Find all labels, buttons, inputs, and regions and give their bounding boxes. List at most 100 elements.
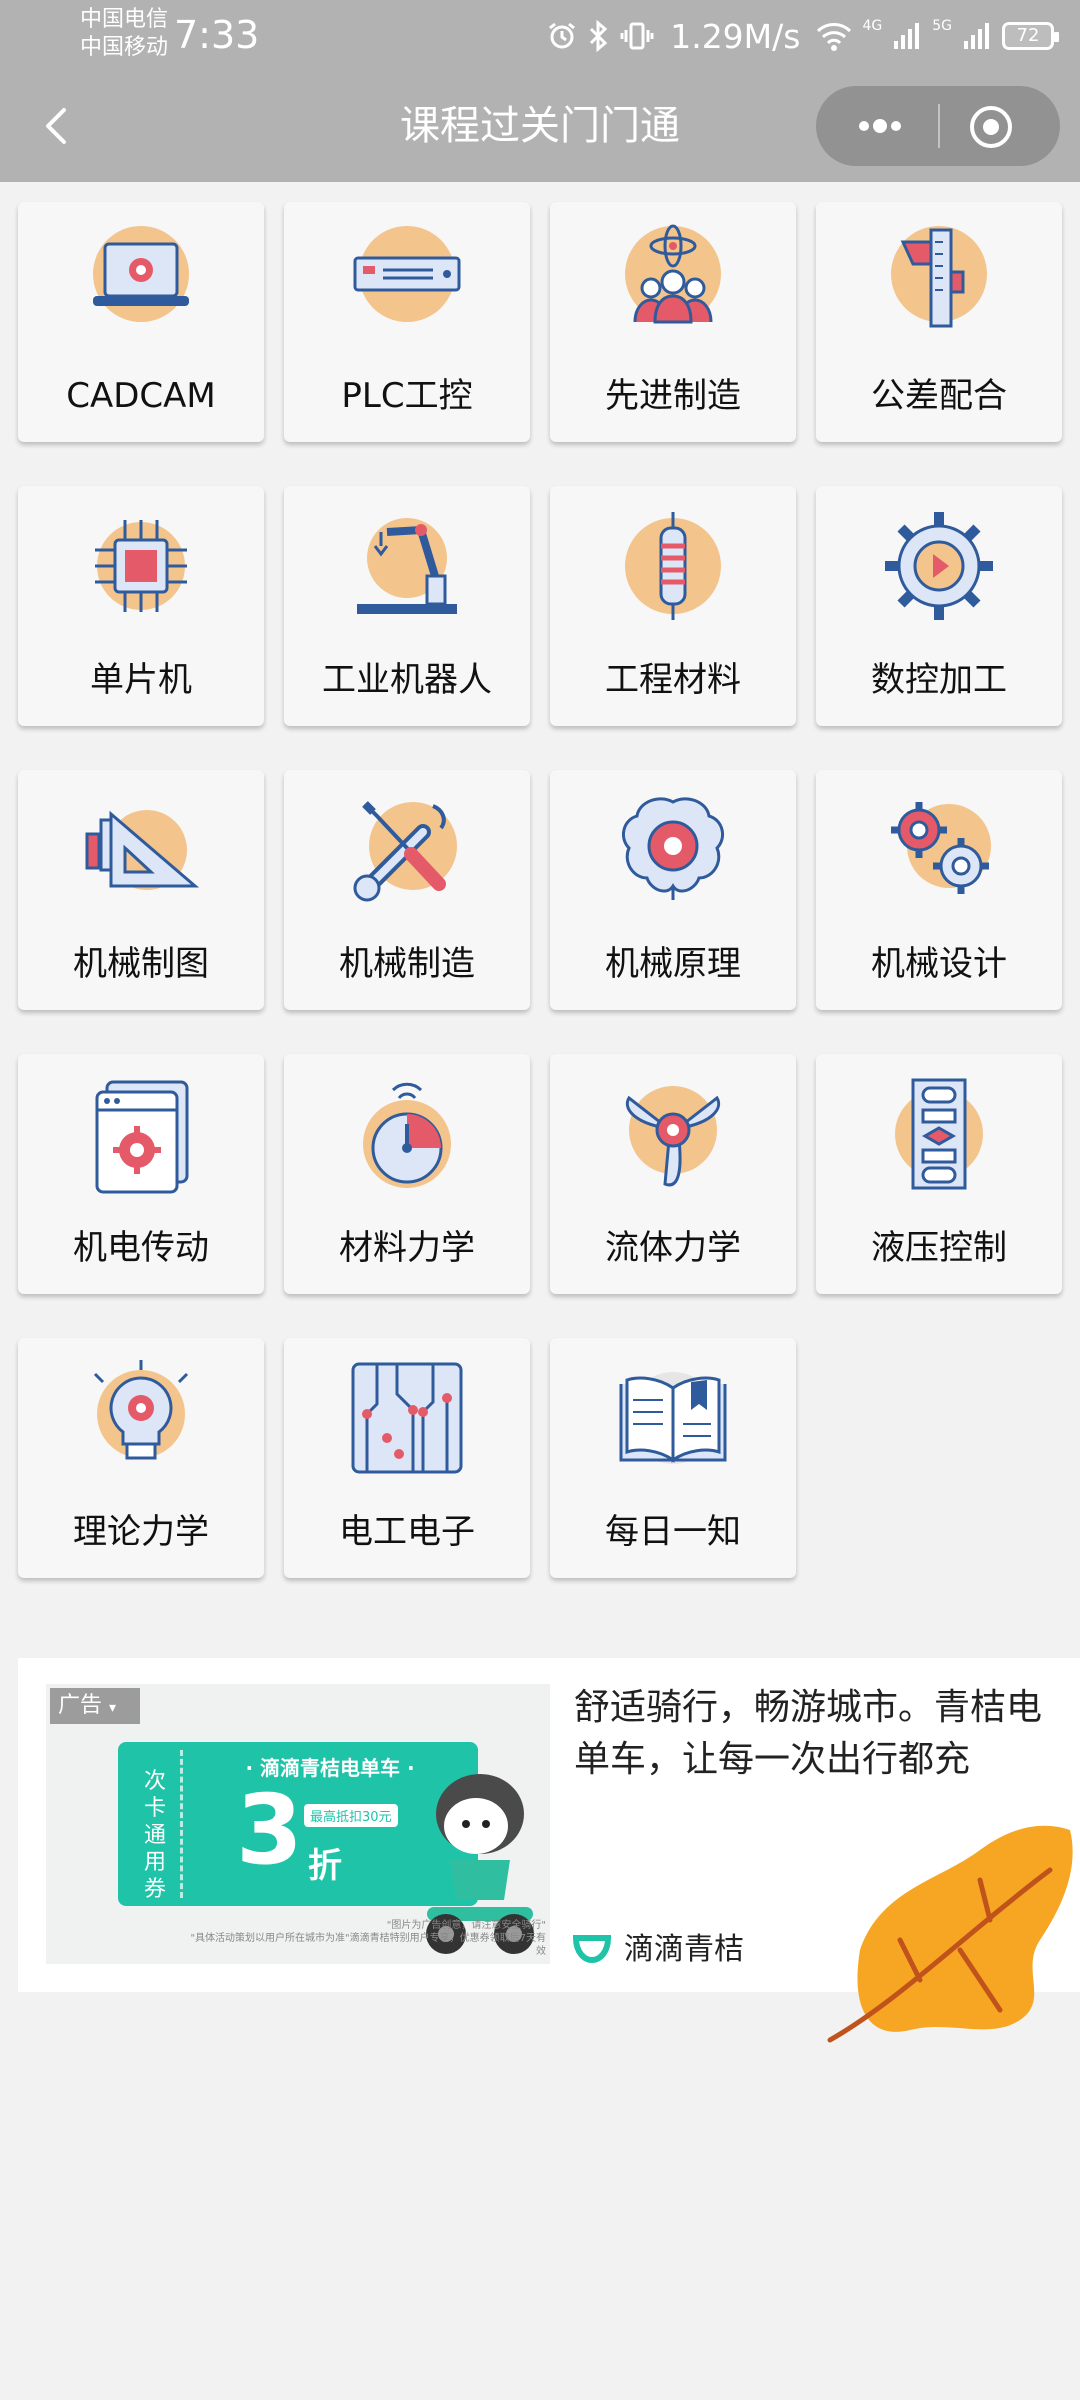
course-card-advanced-manufacturing[interactable]: 先进制造 bbox=[550, 202, 796, 442]
course-label: 机械制造 bbox=[339, 944, 475, 984]
close-miniprogram-button[interactable] bbox=[966, 102, 1016, 152]
coupon-number: 3 bbox=[236, 1774, 303, 1886]
ad-brand: 滴滴青桔 bbox=[572, 1922, 744, 1970]
coupon-unit: 折 bbox=[308, 1846, 342, 1886]
propeller-icon bbox=[626, 1086, 720, 1187]
course-card-theoretical-mechanics[interactable]: 理论力学 bbox=[18, 1338, 264, 1578]
course-card-mechanical-principles[interactable]: 机械原理 bbox=[550, 770, 796, 1010]
course-grid: CADCAM PLC工控 先进制造 公差配合 单片机 工业机器人 工程材料 数控… bbox=[18, 202, 1064, 1578]
ad-image: 次卡通用券 · 滴滴青桔电单车 · 3 最高抵扣30元 折 "图片为广告创意，请… bbox=[46, 1684, 550, 1964]
brain-gear-icon bbox=[621, 797, 725, 900]
course-card-mechanical-drawing[interactable]: 机械制图 bbox=[18, 770, 264, 1010]
ad-fineprint-line-1: "图片为广告创意，请注意安全骑行" bbox=[386, 1920, 546, 1931]
course-card-electrical-electronics[interactable]: 电工电子 bbox=[284, 1338, 530, 1578]
carrier-bottom: 中国移动 bbox=[80, 35, 169, 60]
ad-fineprint-line-2: "具体活动策划以用户所在城市为准"滴滴青桔特别用户专享，优惠券领取后7天有效 bbox=[190, 1933, 546, 1957]
battery-icon: 72 bbox=[1002, 22, 1059, 50]
course-card-engineering-materials[interactable]: 工程材料 bbox=[550, 486, 796, 726]
course-label: 理论力学 bbox=[73, 1512, 209, 1552]
more-dots-icon bbox=[859, 119, 901, 133]
course-card-electromechanical-drive[interactable]: 机电传动 bbox=[18, 1054, 264, 1294]
atom-team-icon bbox=[625, 224, 721, 324]
miniprogram-capsule bbox=[816, 86, 1060, 166]
course-card-mechanical-manufacturing[interactable]: 机械制造 bbox=[284, 770, 530, 1010]
wrench-screwdriver-icon bbox=[353, 801, 457, 902]
course-card-hydraulic-control[interactable]: 液压控制 bbox=[816, 1054, 1062, 1294]
coupon-badge: 最高抵扣30元 bbox=[304, 1804, 398, 1827]
battery-level: 72 bbox=[1016, 25, 1040, 46]
vibrate-icon bbox=[620, 22, 654, 50]
drafting-tools-icon bbox=[85, 810, 200, 890]
course-label: 流体力学 bbox=[605, 1228, 741, 1268]
course-label: 每日一知 bbox=[605, 1512, 741, 1552]
open-book-icon bbox=[619, 1372, 727, 1464]
lightbulb-gear-icon bbox=[93, 1360, 189, 1460]
course-card-mechanics-of-materials[interactable]: 材料力学 bbox=[284, 1054, 530, 1294]
coupon-side-text: 次卡通用券 bbox=[143, 1769, 166, 1902]
course-card-cnc[interactable]: 数控加工 bbox=[816, 486, 1062, 726]
more-button[interactable] bbox=[844, 106, 914, 146]
laptop-gear-icon bbox=[93, 226, 189, 322]
gauge-icon bbox=[363, 1082, 451, 1188]
ad-fineprint: "图片为广告创意，请注意安全骑行" "具体活动策划以用户所在城市为准"滴滴青桔特… bbox=[186, 1919, 546, 1958]
bluetooth-icon bbox=[590, 20, 608, 52]
course-card-mcu[interactable]: 单片机 bbox=[18, 486, 264, 726]
chip-icon bbox=[95, 520, 187, 612]
course-label: 机械制图 bbox=[73, 944, 209, 984]
course-card-daily-knowledge[interactable]: 每日一知 bbox=[550, 1338, 796, 1578]
course-label: CADCAM bbox=[66, 376, 216, 416]
course-card-tolerance[interactable]: 公差配合 bbox=[816, 202, 1062, 442]
status-bar: 中国电信 中国移动 7:33 1.29M/s 4G 5G 72 bbox=[0, 0, 1080, 72]
didi-logo-icon bbox=[572, 1935, 612, 1964]
course-card-fluid-mechanics[interactable]: 流体力学 bbox=[550, 1054, 796, 1294]
coupon-divider bbox=[180, 1750, 183, 1898]
course-label: 机电传动 bbox=[73, 1228, 209, 1268]
wifi-icon bbox=[817, 23, 852, 51]
nav-bar: 课程过关门门通 bbox=[0, 86, 1080, 166]
autumn-leaf-icon bbox=[827, 1825, 1073, 2043]
ad-tag[interactable]: 广告 ▾ bbox=[50, 1688, 140, 1724]
network-5g-label: 5G bbox=[932, 18, 952, 34]
status-icons: 1.29M/s 4G 5G 72 bbox=[546, 14, 1059, 58]
course-card-cadcam[interactable]: CADCAM bbox=[18, 202, 264, 442]
flowchart-icon bbox=[895, 1078, 983, 1190]
capsule-divider bbox=[938, 104, 940, 148]
signal-icon-2 bbox=[964, 23, 989, 49]
network-speed: 1.29M/s bbox=[670, 16, 801, 56]
course-label: 数控加工 bbox=[871, 660, 1007, 700]
course-card-industrial-robot[interactable]: 工业机器人 bbox=[284, 486, 530, 726]
carrier-top: 中国电信 bbox=[80, 7, 169, 32]
app-header: 中国电信 中国移动 7:33 1.29M/s 4G 5G 72 课程过关门门通 bbox=[0, 0, 1080, 182]
course-label: 工业机器人 bbox=[322, 660, 492, 700]
course-card-plc[interactable]: PLC工控 bbox=[284, 202, 530, 442]
ad-brand-name: 滴滴青桔 bbox=[624, 1932, 744, 1967]
course-label: 工程材料 bbox=[605, 660, 741, 700]
course-label: 机械原理 bbox=[605, 944, 741, 984]
signal-icon-1 bbox=[894, 23, 920, 49]
plc-device-icon bbox=[353, 226, 461, 322]
alarm-icon bbox=[549, 22, 576, 49]
status-time: 7:33 bbox=[174, 13, 260, 57]
gear-play-icon bbox=[885, 512, 993, 620]
course-card-mechanical-design[interactable]: 机械设计 bbox=[816, 770, 1062, 1010]
ad-tag-label: 广告 bbox=[58, 1693, 103, 1718]
ad-headline: 舒适骑行，畅游城市。青桔电单车，让每一次出行都充 bbox=[574, 1687, 1043, 1780]
target-close-icon bbox=[970, 106, 1012, 148]
circuit-board-icon bbox=[351, 1362, 463, 1474]
course-label: 单片机 bbox=[90, 660, 192, 700]
course-label: 液压控制 bbox=[871, 1228, 1007, 1268]
window-gear-icon bbox=[95, 1080, 189, 1194]
gears-icon bbox=[891, 802, 991, 894]
course-label: 电工电子 bbox=[339, 1512, 475, 1552]
course-label: PLC工控 bbox=[341, 376, 473, 416]
resistor-icon bbox=[625, 512, 721, 620]
chevron-down-icon: ▾ bbox=[109, 1700, 117, 1716]
course-label: 公差配合 bbox=[871, 376, 1007, 416]
course-label: 先进制造 bbox=[605, 376, 741, 416]
network-4g-label: 4G bbox=[862, 18, 883, 34]
course-label: 机械设计 bbox=[871, 944, 1007, 984]
robot-arm-icon bbox=[357, 518, 457, 614]
caliper-icon bbox=[891, 226, 987, 328]
course-label: 材料力学 bbox=[339, 1228, 475, 1268]
carrier-info: 中国电信 中国移动 bbox=[80, 6, 168, 62]
